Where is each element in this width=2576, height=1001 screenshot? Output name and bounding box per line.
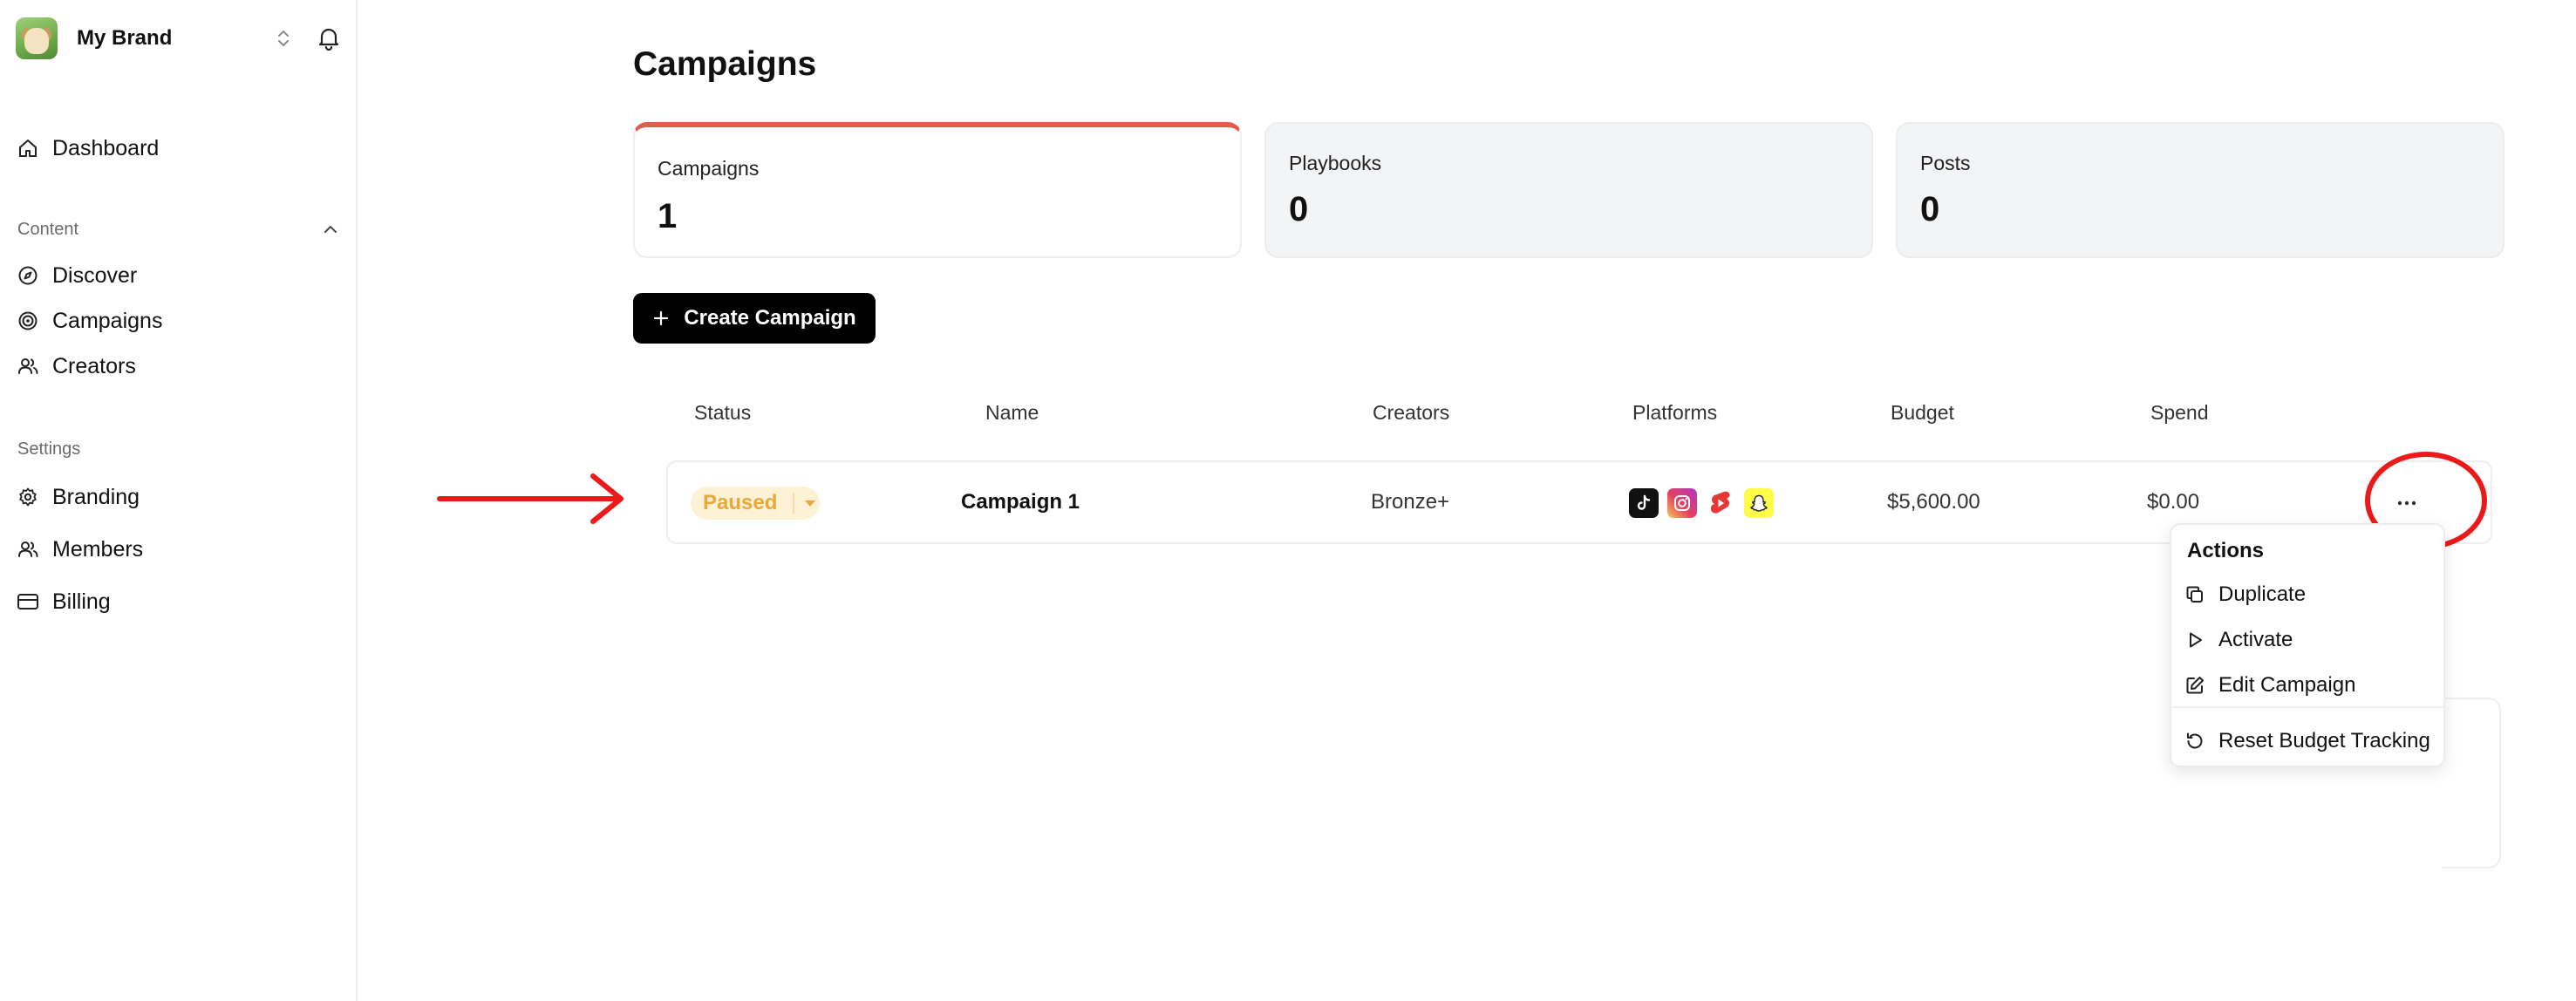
actions-menu: Actions Duplicate Activate Edit Campaign…: [2170, 523, 2445, 767]
users-icon: [16, 354, 40, 378]
create-campaign-button[interactable]: Create Campaign: [633, 293, 876, 344]
menu-item-duplicate[interactable]: Duplicate: [2184, 575, 2436, 614]
sidebar-item-label: Dashboard: [52, 135, 160, 160]
status-dropdown[interactable]: Paused: [691, 487, 820, 520]
column-header-status: Status: [694, 401, 752, 424]
compass-icon: [16, 263, 40, 288]
sidebar-item-label: Campaigns: [52, 308, 163, 333]
sidebar-item-campaigns[interactable]: Campaigns: [16, 302, 344, 340]
background-card: [2442, 698, 2501, 868]
sidebar-item-branding[interactable]: Branding: [16, 478, 344, 516]
users-icon: [16, 537, 40, 562]
menu-divider: [2171, 706, 2443, 708]
brand-name: My Brand: [77, 26, 173, 50]
menu-item-edit-campaign[interactable]: Edit Campaign: [2184, 666, 2436, 705]
campaign-budget: $5,600.00: [1887, 490, 1980, 514]
brand-logo: [16, 17, 58, 59]
sidebar-item-discover[interactable]: Discover: [16, 256, 344, 295]
campaign-spend: $0.00: [2147, 490, 2200, 514]
chevron-up-icon[interactable]: [319, 218, 342, 241]
stat-card-posts[interactable]: Posts 0: [1896, 122, 2504, 258]
app-root: My Brand Dashboard Content Discover Camp…: [0, 0, 2576, 1001]
stat-value: 0: [1289, 190, 1309, 228]
sidebar-item-label: Branding: [52, 484, 140, 509]
create-campaign-label: Create Campaign: [684, 306, 856, 330]
chevrons-up-down-icon[interactable]: [270, 25, 296, 51]
annotation-arrow-icon: [437, 473, 624, 524]
sidebar-item-label: Members: [52, 536, 144, 562]
stat-card-playbooks[interactable]: Playbooks 0: [1264, 122, 1873, 258]
plus-icon: [652, 310, 670, 327]
play-icon: [2184, 629, 2206, 651]
menu-item-label: Duplicate: [2218, 582, 2307, 606]
campaign-creators: Bronze+: [1371, 490, 1450, 514]
platform-icons: [1629, 488, 1774, 518]
tiktok-icon: [1629, 488, 1659, 518]
sidebar: My Brand Dashboard Content Discover Camp…: [0, 0, 358, 1001]
menu-item-label: Activate: [2218, 628, 2293, 651]
sidebar-item-label: Creators: [52, 353, 136, 378]
menu-item-label: Edit Campaign: [2218, 673, 2356, 697]
instagram-icon: [1667, 488, 1697, 518]
caret-down-icon: [805, 500, 816, 507]
target-icon: [16, 309, 40, 333]
copy-icon: [2184, 583, 2206, 606]
campaign-name[interactable]: Campaign 1: [961, 490, 1080, 514]
reset-icon: [2184, 730, 2206, 752]
column-header-budget: Budget: [1891, 401, 1954, 424]
sidebar-item-creators[interactable]: Creators: [16, 347, 344, 385]
status-badge: Paused: [703, 491, 778, 514]
bell-icon[interactable]: [314, 24, 344, 53]
stat-value: 0: [1920, 190, 1940, 228]
menu-item-label: Reset Budget Tracking: [2218, 729, 2430, 752]
sidebar-item-label: Discover: [52, 262, 138, 288]
stat-label: Playbooks: [1289, 152, 1382, 174]
stat-label: Posts: [1920, 152, 1971, 174]
sidebar-item-dashboard[interactable]: Dashboard: [16, 129, 344, 167]
home-icon: [16, 136, 40, 160]
column-header-spend: Spend: [2150, 401, 2209, 424]
row-actions-button[interactable]: [2386, 481, 2428, 523]
sidebar-item-billing[interactable]: Billing: [16, 582, 344, 621]
section-label-settings: Settings: [17, 439, 81, 459]
column-header-name: Name: [985, 401, 1039, 424]
column-header-platforms: Platforms: [1632, 401, 1718, 424]
youtube-shorts-icon: [1706, 488, 1735, 518]
sidebar-item-label: Billing: [52, 589, 111, 614]
menu-item-activate[interactable]: Activate: [2184, 621, 2436, 659]
menu-title: Actions: [2187, 539, 2265, 562]
column-header-creators: Creators: [1373, 401, 1450, 424]
sidebar-item-members[interactable]: Members: [16, 530, 344, 569]
stat-card-campaigns[interactable]: Campaigns 1: [633, 122, 1242, 258]
stat-value: 1: [658, 197, 678, 235]
section-label-content: Content: [17, 220, 79, 239]
edit-icon: [2184, 674, 2206, 697]
page-title: Campaigns: [633, 45, 817, 83]
more-horizontal-icon: [2396, 496, 2417, 509]
gear-icon: [16, 485, 40, 509]
credit-card-icon: [16, 589, 40, 614]
snapchat-icon: [1744, 488, 1774, 518]
brand-switcher[interactable]: My Brand: [16, 17, 344, 59]
menu-item-reset-budget-tracking[interactable]: Reset Budget Tracking: [2184, 722, 2436, 760]
stat-label: Campaigns: [658, 157, 760, 180]
